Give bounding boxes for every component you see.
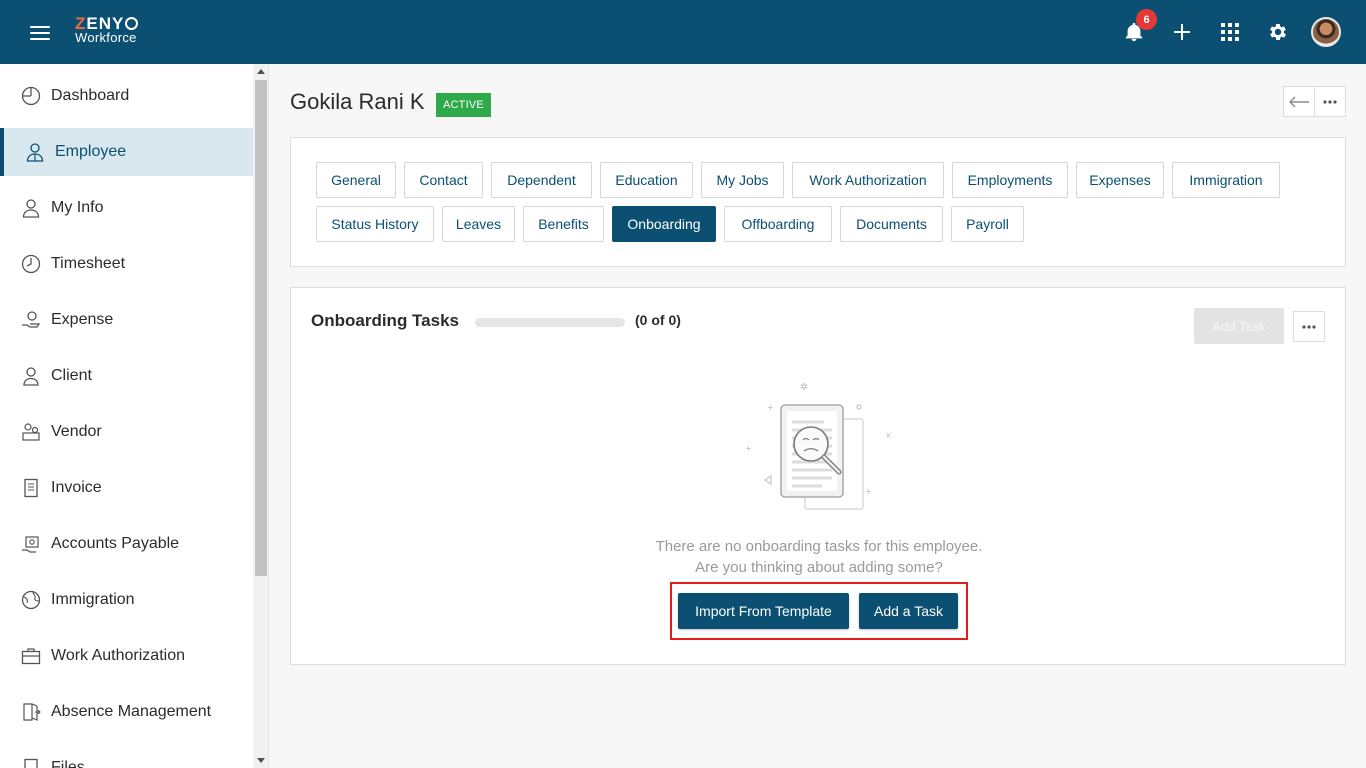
- sidebar-item-label: Expense: [51, 311, 114, 328]
- tab-onboarding[interactable]: Onboarding: [612, 206, 716, 242]
- tab-documents[interactable]: Documents: [840, 206, 943, 242]
- empty-state-prompt: Are you thinking about adding some?: [695, 559, 943, 576]
- section-title: Onboarding Tasks: [311, 311, 459, 330]
- tab-offboarding[interactable]: Offboarding: [724, 206, 832, 242]
- tab-employments[interactable]: Employments: [952, 162, 1068, 198]
- sidebar-item-client[interactable]: Client: [0, 352, 253, 400]
- scroll-up-icon[interactable]: [257, 69, 265, 74]
- svg-text:×: ×: [885, 431, 892, 440]
- sidebar-item-label: Client: [51, 367, 92, 384]
- add-icon[interactable]: [1170, 20, 1194, 44]
- user-avatar[interactable]: [1311, 17, 1341, 47]
- app-logo[interactable]: ZENY Workforce: [75, 15, 139, 45]
- tab-benefits[interactable]: Benefits: [523, 206, 604, 242]
- apps-grid-icon[interactable]: [1218, 20, 1242, 44]
- sidebar-item-accounts-payable[interactable]: Accounts Payable: [0, 520, 253, 568]
- files-icon: [20, 757, 42, 768]
- tab-leaves[interactable]: Leaves: [442, 206, 515, 242]
- timesheet-icon: [20, 253, 42, 275]
- sidebar-item-timesheet[interactable]: Timesheet: [0, 240, 253, 288]
- tab-status-history[interactable]: Status History: [316, 206, 434, 242]
- notification-badge: 6: [1136, 9, 1157, 30]
- sidebar-item-expense[interactable]: Expense: [0, 296, 253, 344]
- sidebar-item-label: Timesheet: [51, 255, 126, 272]
- svg-text:✲: ✲: [800, 382, 808, 393]
- tab-immigration[interactable]: Immigration: [1172, 162, 1280, 198]
- dashboard-icon: [20, 85, 42, 107]
- immigration-icon: [20, 589, 42, 611]
- absence-management-icon: [20, 701, 42, 723]
- tab-my-jobs[interactable]: My Jobs: [701, 162, 784, 198]
- tab-expenses[interactable]: Expenses: [1076, 162, 1164, 198]
- more-horizontal-icon: [1323, 99, 1337, 104]
- page-title: Gokila Rani K: [290, 89, 425, 114]
- sidebar-item-work-authorization[interactable]: Work Authorization: [0, 632, 253, 680]
- work-authorization-icon: [20, 645, 42, 667]
- tab-contact[interactable]: Contact: [404, 162, 483, 198]
- status-badge: ACTIVE: [436, 93, 491, 117]
- more-options-button[interactable]: [1314, 86, 1346, 117]
- tasks-progress-bar: [475, 318, 625, 327]
- tab-payroll[interactable]: Payroll: [951, 206, 1024, 242]
- profile-tabs-card: General Contact Dependent Education My J…: [290, 137, 1346, 267]
- menu-icon[interactable]: [28, 22, 52, 42]
- sidebar-item-my-info[interactable]: My Info: [0, 184, 253, 232]
- sidebar-item-immigration[interactable]: Immigration: [0, 576, 253, 624]
- client-icon: [20, 365, 42, 387]
- vendor-icon: [20, 421, 42, 443]
- sidebar-item-label: Absence Management: [51, 703, 212, 720]
- tasks-more-button[interactable]: [1293, 311, 1325, 342]
- svg-text:+: +: [767, 403, 774, 412]
- sidebar-item-label: Accounts Payable: [51, 535, 180, 552]
- employee-icon: [24, 141, 46, 163]
- empty-state-message: There are no onboarding tasks for this e…: [655, 538, 983, 555]
- sidebar-item-vendor[interactable]: Vendor: [0, 408, 253, 456]
- svg-text:+: +: [745, 444, 752, 453]
- top-bar: ZENY Workforce 6: [0, 0, 1366, 64]
- tab-general[interactable]: General: [316, 162, 396, 198]
- sidebar-item-label: Immigration: [51, 591, 135, 608]
- add-task-button-disabled[interactable]: Add Task: [1194, 308, 1284, 344]
- import-from-template-button[interactable]: Import From Template: [678, 593, 849, 629]
- tab-work-authorization[interactable]: Work Authorization: [792, 162, 944, 198]
- sidebar-item-label: Dashboard: [51, 87, 130, 104]
- sidebar-item-label: My Info: [51, 199, 104, 216]
- my-info-icon: [20, 197, 42, 219]
- sidebar-scrollbar[interactable]: [253, 64, 269, 768]
- sidebar-item-absence-management[interactable]: Absence Management: [0, 688, 253, 736]
- sidebar: Dashboard Employee My Info Timesheet Exp…: [0, 64, 253, 768]
- sidebar-item-employee[interactable]: Employee: [0, 128, 253, 176]
- sidebar-item-dashboard[interactable]: Dashboard: [0, 72, 253, 120]
- onboarding-tasks-card: Onboarding Tasks (0 of 0) Add Task ✲ + ×…: [290, 287, 1346, 665]
- sidebar-item-label: Vendor: [51, 423, 102, 440]
- invoice-icon: [20, 477, 42, 499]
- empty-state-illustration: ✲ + × × + +: [745, 382, 892, 510]
- settings-gear-icon[interactable]: [1266, 20, 1290, 44]
- scroll-down-icon[interactable]: [257, 758, 265, 763]
- logo-subtitle: Workforce: [75, 30, 137, 45]
- sidebar-item-files[interactable]: Files: [0, 744, 253, 768]
- more-horizontal-icon: [1302, 324, 1316, 329]
- tab-dependent[interactable]: Dependent: [491, 162, 592, 198]
- sidebar-item-label: Invoice: [51, 479, 102, 496]
- back-button[interactable]: [1283, 86, 1315, 117]
- arrow-left-icon: [1289, 96, 1309, 107]
- accounts-payable-icon: [20, 533, 42, 555]
- add-a-task-button[interactable]: Add a Task: [859, 593, 958, 629]
- svg-text:+: +: [865, 487, 872, 496]
- sidebar-item-label: Work Authorization: [51, 647, 185, 664]
- sidebar-item-label: Files: [51, 759, 85, 768]
- tasks-progress-count: (0 of 0): [635, 312, 681, 328]
- sidebar-item-invoice[interactable]: Invoice: [0, 464, 253, 512]
- expense-icon: [20, 309, 42, 331]
- sidebar-item-label: Employee: [55, 143, 127, 160]
- tab-education[interactable]: Education: [600, 162, 693, 198]
- scrollbar-thumb[interactable]: [255, 80, 267, 576]
